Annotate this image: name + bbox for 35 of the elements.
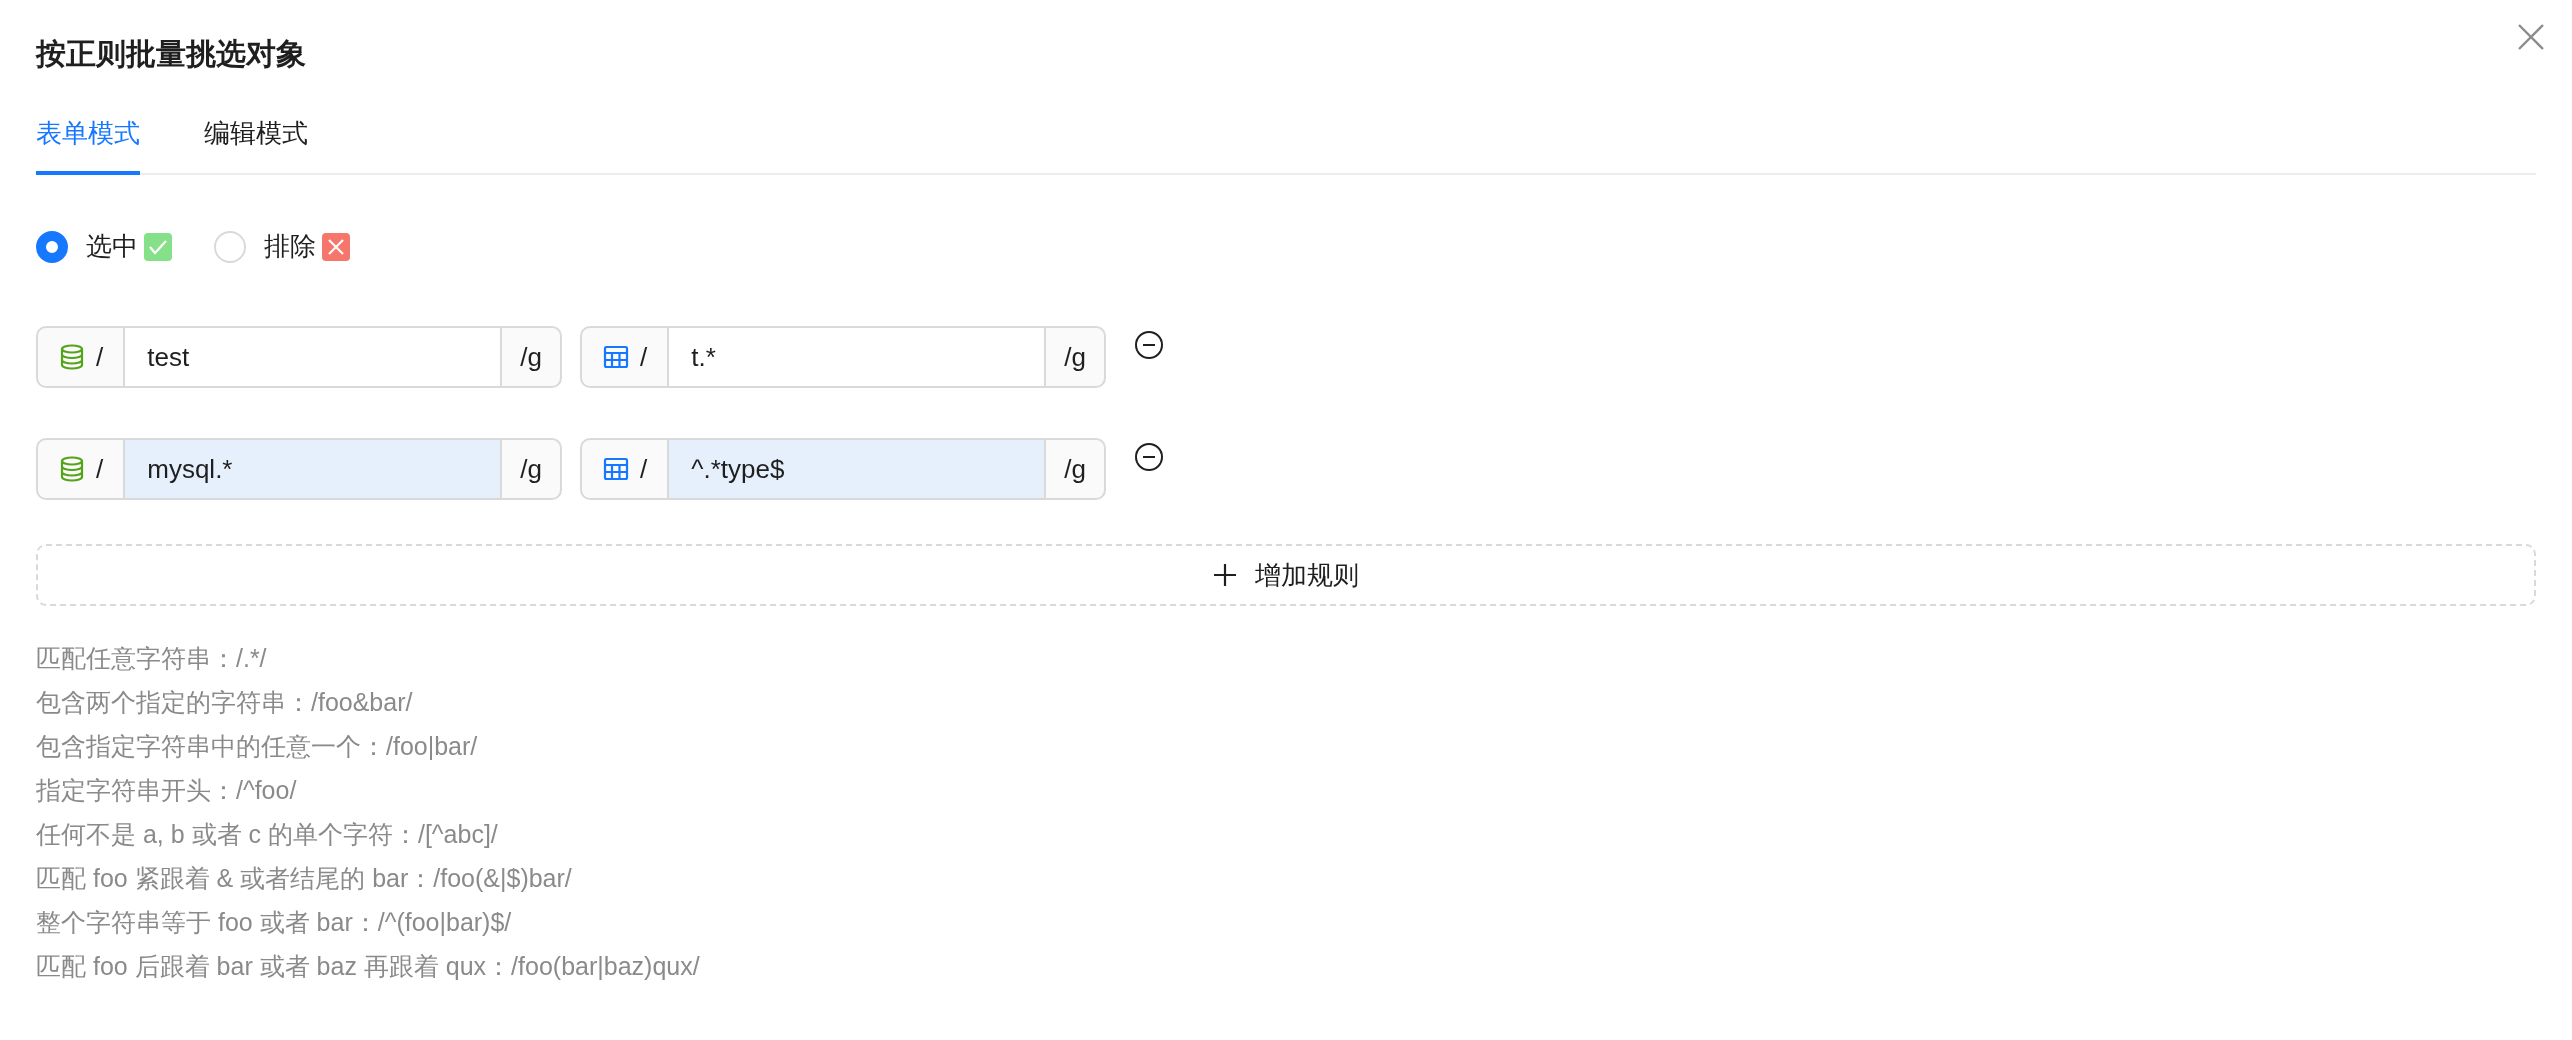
suffix-addon: /g xyxy=(500,438,562,500)
table-icon xyxy=(602,455,630,483)
radio-option[interactable]: 排除 xyxy=(214,227,350,266)
help-text: 匹配 foo 紧跟着 & 或者结尾的 bar：/foo(&|$)bar/ xyxy=(36,863,573,894)
check-icon xyxy=(144,232,172,261)
radio-option[interactable]: 选中 xyxy=(36,227,172,266)
help-text: 匹配任意字符串：/.*/ xyxy=(36,643,268,674)
plus-icon xyxy=(1213,563,1237,587)
database-icon xyxy=(58,455,86,483)
slash-text: / xyxy=(640,452,648,486)
add-rule-button[interactable]: 增加规则 xyxy=(36,544,2536,606)
help-text: 匹配 foo 后跟着 bar 或者 baz 再跟着 qux：/foo(bar|baz)qux/ xyxy=(36,951,701,982)
help-text: 整个字符串等于 foo 或者 bar：/^(foo|bar)$/ xyxy=(36,907,513,938)
remove-rule-button[interactable] xyxy=(1134,330,1164,360)
input-field[interactable]: t.* xyxy=(669,326,1045,388)
slash-text: / xyxy=(96,340,104,374)
database-icon xyxy=(58,343,86,371)
help-text: 指定字符串开头：/^foo/ xyxy=(36,775,298,806)
suffix-addon: /g xyxy=(1044,326,1106,388)
input-field[interactable]: test xyxy=(125,326,501,388)
slash-text: / xyxy=(640,340,648,374)
tab[interactable]: 编辑模式 xyxy=(204,114,308,175)
help-text: 任何不是 a, b 或者 c 的单个字符：/[^abc]/ xyxy=(36,819,499,850)
slash-text: / xyxy=(96,452,104,486)
tab[interactable]: 表单模式 xyxy=(36,114,140,175)
input-field[interactable]: ^.*type$ xyxy=(669,438,1045,500)
dialog-title: 按正则批量挑选对象 xyxy=(36,36,307,72)
input-field[interactable]: mysql.* xyxy=(125,438,501,500)
suffix-addon: /g xyxy=(1044,438,1106,500)
cross-icon xyxy=(322,232,350,261)
help-text: 包含指定字符串中的任意一个：/foo|bar/ xyxy=(36,731,479,762)
suffix-addon: /g xyxy=(500,326,562,388)
table-icon xyxy=(602,343,630,371)
remove-rule-button[interactable] xyxy=(1134,442,1164,472)
help-text: 包含两个指定的字符串：/foo&bar/ xyxy=(36,687,414,718)
